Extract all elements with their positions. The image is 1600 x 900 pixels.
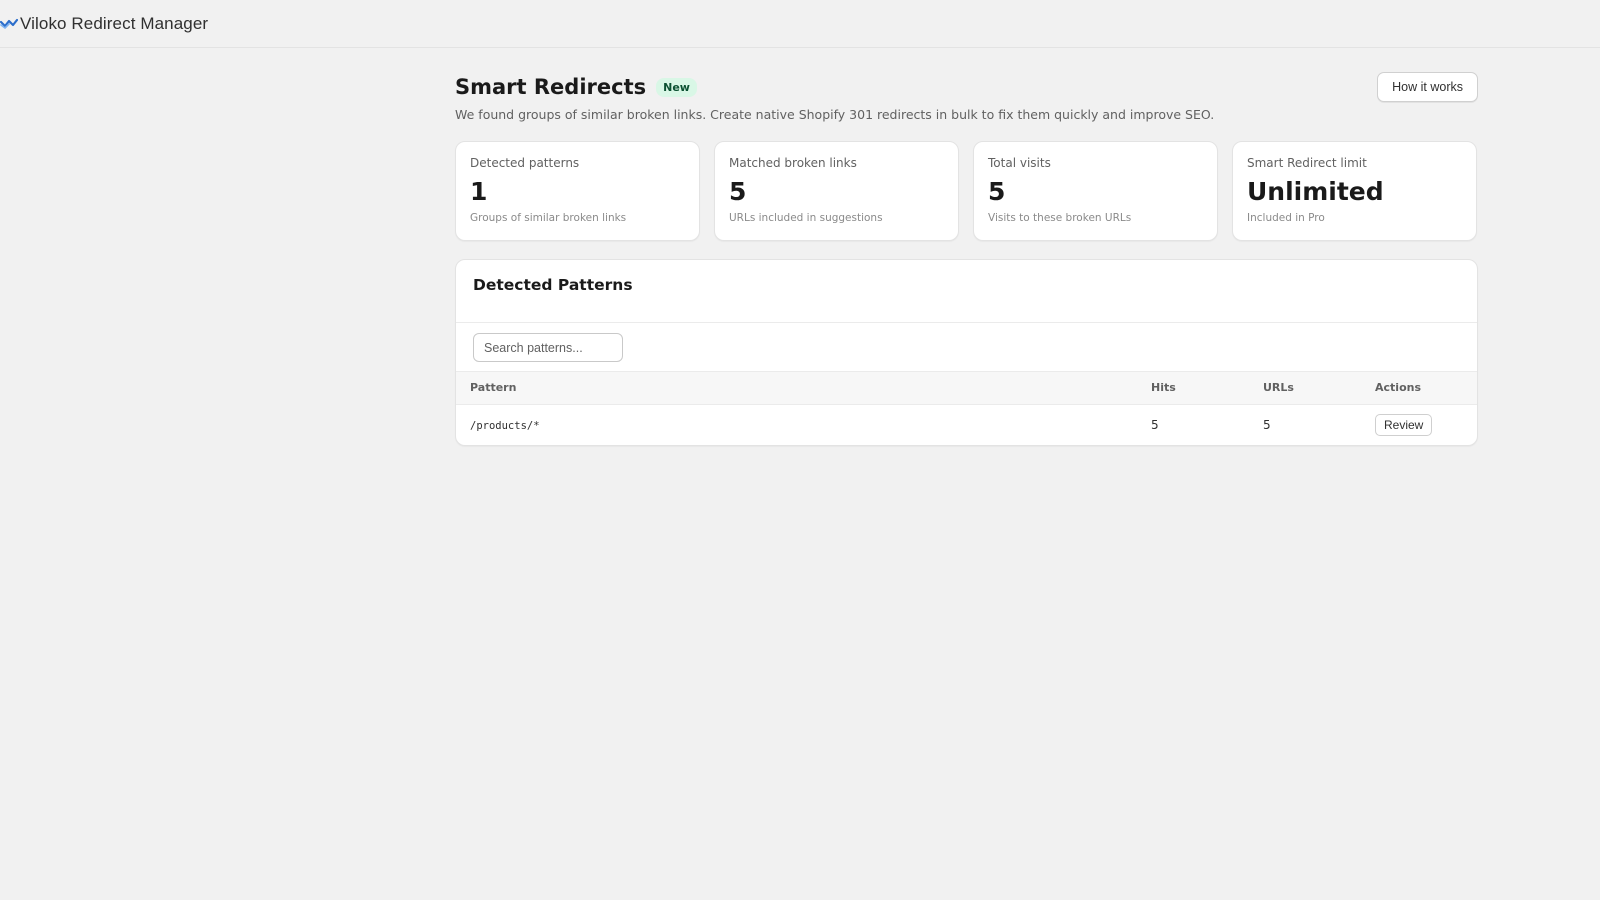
table-row: /products/* 5 5 Review <box>456 404 1477 445</box>
page-subtitle: We found groups of similar broken links.… <box>455 107 1215 122</box>
hits-cell: 5 <box>1151 417 1159 432</box>
stat-caption: Included in Pro <box>1247 212 1325 224</box>
top-bar: Viloko Redirect Manager <box>0 0 1600 48</box>
stat-label: Smart Redirect limit <box>1247 156 1367 170</box>
stat-card-detected-patterns: Detected patterns 1 Groups of similar br… <box>455 141 700 241</box>
stat-value: 1 <box>470 177 488 206</box>
stat-caption: URLs included in suggestions <box>729 212 883 224</box>
main-content: Smart Redirects New We found groups of s… <box>455 48 1478 446</box>
column-header-actions: Actions <box>1361 372 1477 405</box>
pattern-cell: /products/* <box>456 404 1137 445</box>
stat-caption: Visits to these broken URLs <box>988 212 1132 224</box>
search-row <box>456 323 1477 372</box>
stat-label: Total visits <box>988 156 1051 170</box>
stat-card-matched-broken-links: Matched broken links 5 URLs included in … <box>714 141 959 241</box>
stat-caption: Groups of similar broken links <box>470 212 627 224</box>
stat-card-redirect-limit: Smart Redirect limit Unlimited Included … <box>1232 141 1477 241</box>
patterns-card-header: Detected Patterns <box>456 260 1477 323</box>
new-badge: New <box>656 77 697 97</box>
detected-patterns-card: Detected Patterns Pattern Hits URLs Acti… <box>455 259 1478 446</box>
column-header-hits[interactable]: Hits <box>1137 372 1249 405</box>
actions-cell: Review <box>1361 404 1477 445</box>
stat-card-total-visits: Total visits 5 Visits to these broken UR… <box>973 141 1218 241</box>
stat-value: 5 <box>988 177 1006 206</box>
pattern-value: /products/* <box>470 419 540 432</box>
urls-cell: 5 <box>1263 417 1271 432</box>
page-title: Smart Redirects <box>455 75 647 99</box>
review-button[interactable]: Review <box>1375 413 1433 436</box>
page-header: Smart Redirects New We found groups of s… <box>455 48 1478 141</box>
wave-check-logo-icon <box>0 18 18 29</box>
stat-label: Matched broken links <box>729 156 857 170</box>
search-patterns-input[interactable] <box>473 333 623 362</box>
column-header-pattern[interactable]: Pattern <box>456 372 1137 405</box>
how-it-works-button[interactable]: How it works <box>1377 72 1478 102</box>
title-row: Smart Redirects New <box>455 75 697 99</box>
table-header-row: Pattern Hits URLs Actions <box>456 372 1477 405</box>
stat-value: 5 <box>729 177 747 206</box>
patterns-title: Detected Patterns <box>473 276 633 294</box>
stat-label: Detected patterns <box>470 156 580 170</box>
app-title: Viloko Redirect Manager <box>20 13 209 33</box>
patterns-table: Pattern Hits URLs Actions /products/* 5 … <box>456 372 1477 445</box>
stats-row: Detected patterns 1 Groups of similar br… <box>455 141 1478 241</box>
column-header-urls[interactable]: URLs <box>1249 372 1361 405</box>
stat-value: Unlimited <box>1247 177 1384 206</box>
